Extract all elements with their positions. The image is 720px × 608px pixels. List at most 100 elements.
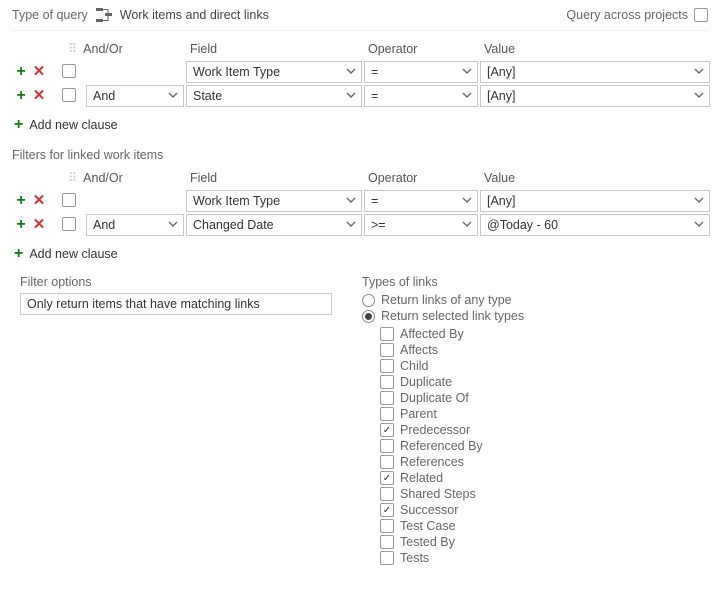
linked-clause-value-select[interactable]: [Any] [480,190,710,212]
clause-rowcheck [62,64,86,81]
clause-field-select[interactable]: Work Item Type [186,61,362,83]
link-type-row[interactable]: Duplicate [380,375,524,389]
linked-clause-field-select[interactable]: Changed Date [186,214,362,236]
linked-clause-operator-select[interactable]: = [364,190,478,212]
add-clause[interactable]: + Add new clause [14,116,118,134]
add-row-button[interactable]: + [12,87,30,105]
linked-clause-operator-select[interactable]: >= [364,214,478,236]
link-type-row[interactable]: Test Case [380,519,524,533]
add-clause-linked-label: Add new clause [29,247,117,261]
link-type-checkbox[interactable] [380,343,394,357]
link-type-row[interactable]: Tested By [380,535,524,549]
delete-row-button[interactable]: ✕ [30,216,48,234]
link-type-checkbox[interactable] [380,439,394,453]
link-type-label: Duplicate [400,375,452,389]
link-type-row[interactable]: Affects [380,343,524,357]
row-checkbox[interactable] [62,193,76,207]
chevron-down-icon [345,194,357,209]
clause-operator-select[interactable]: = [364,85,478,107]
link-type-label: Child [400,359,429,373]
linked-clause-actions: +✕ [12,192,62,211]
grip-icon: ⠿ [68,170,77,185]
link-types-section: Types of links Return links of any type … [362,275,524,567]
link-type-checkbox[interactable] [380,327,394,341]
link-type-row[interactable]: Predecessor [380,423,524,437]
filter-options-value: Only return items that have matching lin… [27,297,260,311]
value-value: [Any] [487,65,516,79]
delete-row-button[interactable]: ✕ [30,87,48,105]
chevron-down-icon [693,194,705,209]
linked-clause-actions: +✕ [12,216,62,235]
link-type-checkbox[interactable] [380,391,394,405]
radio-selected[interactable]: Return selected link types [362,309,524,323]
cross-projects-label: Query across projects [566,8,688,22]
col-field-l: Field [186,169,364,189]
link-type-checkbox[interactable] [380,423,394,437]
value-value: [Any] [487,194,516,208]
link-type-row[interactable]: Related [380,471,524,485]
link-type-row[interactable]: Child [380,359,524,373]
clause-actions: +✕ [12,87,62,106]
chevron-down-icon [167,89,179,104]
plus-icon: + [16,88,25,104]
col-operator: Operator [364,40,480,60]
delete-row-button[interactable]: ✕ [30,63,48,81]
chevron-down-icon [345,65,357,80]
plus-icon: + [14,245,23,263]
link-type-checkbox[interactable] [380,375,394,389]
radio-any-label: Return links of any type [381,293,512,307]
link-type-checkbox[interactable] [380,455,394,469]
filter-options-section: Filter options Only return items that ha… [12,275,332,567]
linked-clause-value-select[interactable]: @Today - 60 [480,214,710,236]
clause-andor-select[interactable]: And [86,85,184,107]
link-type-row[interactable]: Referenced By [380,439,524,453]
link-type-checkbox[interactable] [380,551,394,565]
link-type-row[interactable]: Shared Steps [380,487,524,501]
plus-icon: + [16,193,25,209]
x-icon: ✕ [33,217,46,232]
link-type-row[interactable]: Duplicate Of [380,391,524,405]
grip-icon: ⠿ [68,41,77,56]
chevron-down-icon [167,218,179,233]
link-type-row[interactable]: References [380,455,524,469]
link-type-row[interactable]: Affected By [380,327,524,341]
link-type-label: Affected By [400,327,464,341]
link-type-row[interactable]: Successor [380,503,524,517]
query-type-value[interactable]: Work items and direct links [120,8,269,22]
link-type-checkbox[interactable] [380,471,394,485]
linked-clause-andor-select[interactable]: And [86,214,184,236]
link-type-checkbox[interactable] [380,359,394,373]
cross-projects-checkbox[interactable] [694,8,708,22]
link-type-checkbox[interactable] [380,535,394,549]
link-type-checkbox[interactable] [380,503,394,517]
link-type-row[interactable]: Tests [380,551,524,565]
col-field: Field [186,40,364,60]
add-clause-linked[interactable]: + Add new clause [14,245,118,263]
filter-options-label: Filter options [20,275,332,289]
link-type-checkbox[interactable] [380,487,394,501]
filter-options-select[interactable]: Only return items that have matching lin… [20,293,332,315]
clause-field-select[interactable]: State [186,85,362,107]
radio-any[interactable]: Return links of any type [362,293,524,307]
add-row-button[interactable]: + [12,216,30,234]
clause-value-select[interactable]: [Any] [480,85,710,107]
radio-icon [362,310,375,323]
linked-clause-field-select[interactable]: Work Item Type [186,190,362,212]
add-row-button[interactable]: + [12,192,30,210]
col-operator-l: Operator [364,169,480,189]
linked-clause-grid: ⠿ And/Or Field Operator Value +✕Work Ite… [12,168,708,237]
link-type-row[interactable]: Parent [380,407,524,421]
chevron-down-icon [693,218,705,233]
delete-row-button[interactable]: ✕ [30,192,48,210]
field-value: Work Item Type [193,194,280,208]
row-checkbox[interactable] [62,217,76,231]
x-icon: ✕ [33,193,46,208]
link-type-label: Parent [400,407,437,421]
row-checkbox[interactable] [62,88,76,102]
link-type-checkbox[interactable] [380,407,394,421]
clause-operator-select[interactable]: = [364,61,478,83]
row-checkbox[interactable] [62,64,76,78]
add-row-button[interactable]: + [12,63,30,81]
link-type-checkbox[interactable] [380,519,394,533]
clause-value-select[interactable]: [Any] [480,61,710,83]
